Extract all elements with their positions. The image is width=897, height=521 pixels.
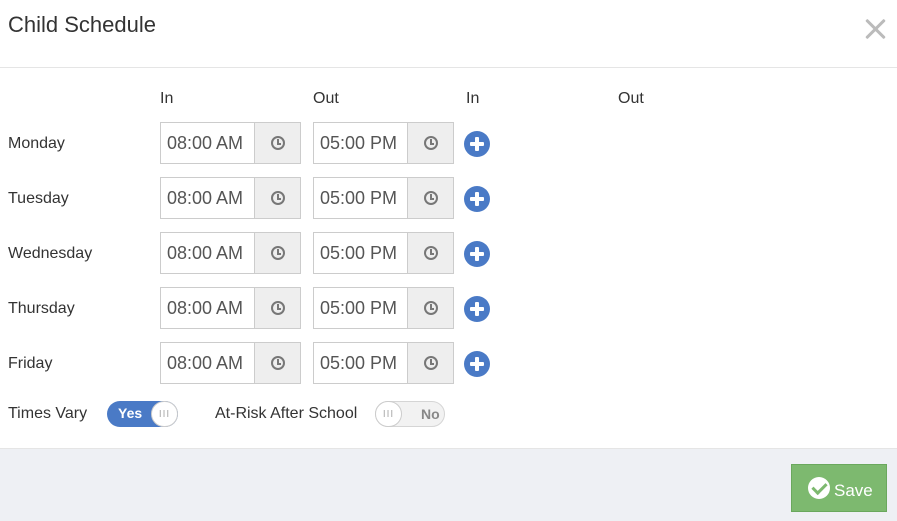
friday-in-time-field[interactable]: 08:00 AM xyxy=(160,342,301,384)
toggle-knob[interactable]: III xyxy=(151,401,178,427)
clock-icon xyxy=(270,356,285,370)
clock-button[interactable] xyxy=(407,233,453,273)
times-vary-toggle[interactable]: Yes III xyxy=(107,401,178,427)
tuesday-in-time-field[interactable]: 08:00 AM xyxy=(160,177,301,219)
clock-icon xyxy=(270,246,285,260)
day-label-friday: Friday xyxy=(8,355,53,372)
add-time-wednesday-icon[interactable] xyxy=(464,241,490,267)
clock-button[interactable] xyxy=(254,233,300,273)
clock-button[interactable] xyxy=(407,288,453,328)
clock-icon xyxy=(423,191,438,205)
add-time-monday-icon[interactable] xyxy=(464,131,490,157)
time-value[interactable]: 05:00 PM xyxy=(314,123,407,163)
grip-icon: III xyxy=(158,408,171,420)
at-risk-label: At-Risk After School xyxy=(215,405,358,422)
time-value[interactable]: 08:00 AM xyxy=(161,233,254,273)
dialog-footer xyxy=(0,448,897,521)
add-time-friday-icon[interactable] xyxy=(464,351,490,377)
thursday-out-time-field[interactable]: 05:00 PM xyxy=(313,287,454,329)
clock-icon xyxy=(270,136,285,150)
column-header-in-2: In xyxy=(466,90,480,107)
clock-button[interactable] xyxy=(407,123,453,163)
tuesday-out-time-field[interactable]: 05:00 PM xyxy=(313,177,454,219)
clock-button[interactable] xyxy=(407,178,453,218)
grip-icon: III xyxy=(382,408,395,420)
clock-button[interactable] xyxy=(254,343,300,383)
clock-icon xyxy=(270,301,285,315)
times-vary-label: Times Vary xyxy=(8,405,88,422)
monday-in-time-field[interactable]: 08:00 AM xyxy=(160,122,301,164)
clock-icon xyxy=(423,356,438,370)
at-risk-toggle[interactable]: III No xyxy=(375,401,445,427)
dialog-title: Child Schedule xyxy=(8,12,156,37)
day-label-tuesday: Tuesday xyxy=(8,190,69,207)
time-value[interactable]: 08:00 AM xyxy=(161,123,254,163)
add-time-tuesday-icon[interactable] xyxy=(464,186,490,212)
thursday-in-time-field[interactable]: 08:00 AM xyxy=(160,287,301,329)
time-value[interactable]: 08:00 AM xyxy=(161,178,254,218)
friday-out-time-field[interactable]: 05:00 PM xyxy=(313,342,454,384)
day-label-thursday: Thursday xyxy=(8,300,75,317)
monday-out-time-field[interactable]: 05:00 PM xyxy=(313,122,454,164)
clock-icon xyxy=(423,136,438,150)
column-header-out: Out xyxy=(313,90,339,107)
time-value[interactable]: 05:00 PM xyxy=(314,343,407,383)
add-time-thursday-icon[interactable] xyxy=(464,296,490,322)
day-label-wednesday: Wednesday xyxy=(8,245,93,262)
time-value[interactable]: 05:00 PM xyxy=(314,178,407,218)
clock-button[interactable] xyxy=(254,123,300,163)
clock-icon xyxy=(423,246,438,260)
wednesday-out-time-field[interactable]: 05:00 PM xyxy=(313,232,454,274)
time-value[interactable]: 05:00 PM xyxy=(314,288,407,328)
clock-button[interactable] xyxy=(254,288,300,328)
toggle-state-text: Yes xyxy=(118,405,143,421)
wednesday-in-time-field[interactable]: 08:00 AM xyxy=(160,232,301,274)
clock-button[interactable] xyxy=(407,343,453,383)
clock-button[interactable] xyxy=(254,178,300,218)
column-header-in: In xyxy=(160,90,174,107)
check-circle-icon xyxy=(808,477,830,499)
time-value[interactable]: 05:00 PM xyxy=(314,233,407,273)
toggle-state-text: No xyxy=(421,406,440,422)
column-header-out-2: Out xyxy=(618,90,644,107)
time-value[interactable]: 08:00 AM xyxy=(161,288,254,328)
save-button[interactable]: Save xyxy=(791,464,887,512)
clock-icon xyxy=(270,191,285,205)
toggle-knob[interactable]: III xyxy=(375,401,402,427)
close-icon[interactable] xyxy=(864,18,886,40)
dialog-header: Child Schedule xyxy=(0,0,897,68)
time-value[interactable]: 08:00 AM xyxy=(161,343,254,383)
save-label: Save xyxy=(834,481,873,500)
day-label-monday: Monday xyxy=(8,135,65,152)
clock-icon xyxy=(423,301,438,315)
